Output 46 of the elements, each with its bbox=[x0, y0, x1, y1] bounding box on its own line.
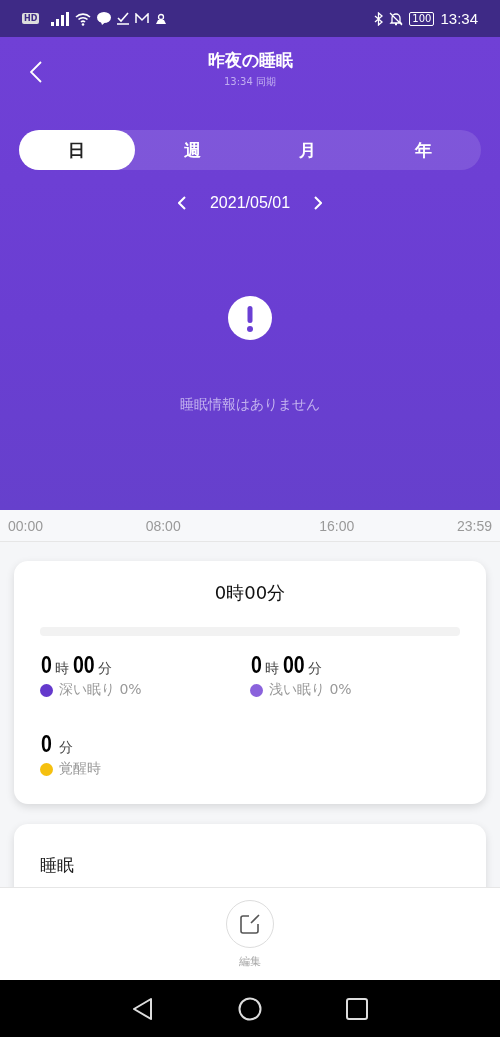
edit-label: 編集 bbox=[239, 954, 261, 969]
signal-icon bbox=[51, 11, 70, 26]
battery-indicator: 100 bbox=[409, 11, 435, 26]
minutes-value: 0 bbox=[40, 731, 52, 758]
time-tick-label: 08:00 bbox=[145, 517, 181, 534]
time-tick-label: 16:00 bbox=[319, 517, 355, 534]
recents-nav-icon[interactable] bbox=[346, 997, 368, 1020]
stage-label: 浅い眠り 0% bbox=[269, 681, 352, 699]
chevron-left-icon bbox=[177, 196, 186, 210]
edit-button[interactable] bbox=[226, 900, 274, 948]
clock-time: 13:34 bbox=[440, 10, 478, 27]
chevron-right-icon bbox=[314, 196, 323, 210]
period-tab[interactable]: 月 bbox=[250, 130, 366, 170]
check-icon bbox=[117, 12, 130, 25]
hours-unit: 時 bbox=[264, 660, 279, 678]
stage-label: 覚醒時 bbox=[59, 760, 101, 778]
section-title: 睡眠 bbox=[40, 854, 75, 877]
hours-value: 0 bbox=[40, 652, 52, 679]
screen-title: 昨夜の睡眠 bbox=[207, 49, 293, 72]
back-nav-icon[interactable] bbox=[132, 996, 154, 1021]
period-tab[interactable]: 日 bbox=[19, 130, 135, 170]
date-label: 2021/05/01 bbox=[209, 194, 291, 212]
empty-message: 睡眠情報はありません bbox=[180, 396, 320, 414]
minutes-unit: 分 bbox=[58, 739, 73, 757]
stage-label: 深い眠り 0% bbox=[59, 681, 142, 699]
edit-icon bbox=[239, 913, 261, 935]
alert-icon bbox=[228, 296, 272, 340]
home-nav-icon[interactable] bbox=[238, 996, 262, 1021]
period-tab[interactable]: 週 bbox=[134, 130, 250, 170]
hours-value: 0 bbox=[250, 652, 262, 679]
period-tab[interactable]: 年 bbox=[365, 130, 481, 170]
wifi-icon bbox=[75, 11, 92, 26]
minutes-value: 00 bbox=[282, 652, 305, 679]
total-duration: 0時00分 bbox=[213, 581, 287, 605]
time-tick-label: 23:59 bbox=[456, 517, 492, 534]
minutes-value: 00 bbox=[72, 652, 95, 679]
mail-icon bbox=[135, 13, 150, 24]
hd-badge: HD bbox=[22, 13, 40, 24]
minutes-unit: 分 bbox=[98, 660, 113, 678]
sync-time: 13:34 同期 bbox=[224, 75, 276, 89]
chat-bubble-icon bbox=[97, 12, 112, 25]
minutes-unit: 分 bbox=[308, 660, 323, 678]
bell-off-icon bbox=[389, 11, 404, 26]
hours-unit: 時 bbox=[54, 660, 69, 678]
bluetooth-icon bbox=[374, 11, 384, 26]
time-tick-label: 00:00 bbox=[8, 517, 44, 534]
